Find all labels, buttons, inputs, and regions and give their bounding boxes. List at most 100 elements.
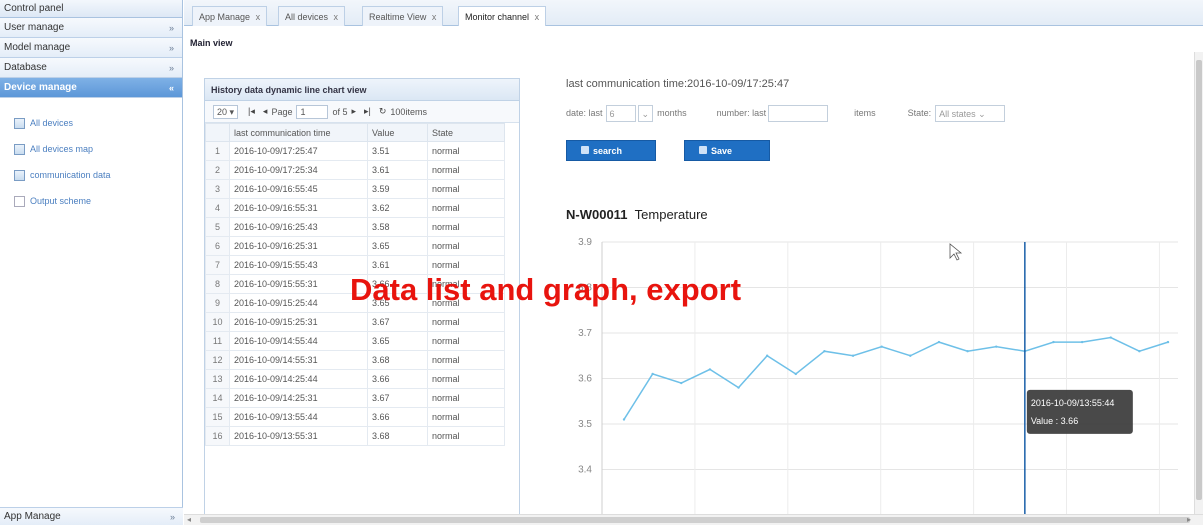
table-row[interactable]: 11 2016-10-09/14:55:44 3.65 normal [205,331,505,351]
first-page-icon[interactable]: |◂ [248,106,255,117]
table-row[interactable]: 5 2016-10-09/16:25:43 3.58 normal [205,217,505,237]
table-row[interactable]: 6 2016-10-09/16:25:31 3.65 normal [205,236,505,256]
overlay-caption: Data list and graph, export [350,272,742,307]
date-months-input[interactable]: 6 [605,104,636,122]
chevron-down-icon: » [168,23,174,33]
number-label: number: last [716,108,767,118]
table-row[interactable]: 2 2016-10-09/17:25:34 3.61 normal [205,160,505,180]
tab-all-devices[interactable]: All devices x [278,6,346,26]
y-tick-label: 3.4 [578,465,592,476]
sidebar-section-user-manage[interactable]: User manage » [0,18,182,38]
row-number: 13 [205,369,230,389]
state-cell: normal [427,426,505,446]
search-button[interactable]: search [566,140,656,161]
horizontal-scrollbar[interactable]: ◂ ▸ [184,514,1203,525]
table-row[interactable]: 1 2016-10-09/17:25:47 3.51 normal [205,141,505,161]
table-row[interactable]: 14 2016-10-09/14:25:31 3.67 normal [205,388,505,408]
sidebar-item-all-devices[interactable]: All devices [0,110,182,136]
number-input[interactable] [768,104,829,122]
data-point [966,350,969,353]
vertical-scrollbar[interactable] [1194,52,1203,514]
row-number: 15 [205,407,230,427]
tab-app-manage[interactable]: App Manage x [192,6,268,26]
column-header[interactable]: State [427,123,505,142]
table-row[interactable]: 3 2016-10-09/16:55:45 3.59 normal [205,179,505,199]
tab-realtime-view[interactable]: Realtime View x [362,6,444,26]
last-communication-time: last communication time:2016-10-09/17:25… [566,78,790,90]
value-cell: 3.68 [367,350,428,370]
time-cell: 2016-10-09/13:55:44 [229,407,368,427]
page-input[interactable]: 1 [296,104,329,119]
sidebar-item-communication-data[interactable]: communication data [0,162,182,188]
state-cell: normal [427,198,505,218]
close-icon[interactable]: x [535,12,540,22]
table-row[interactable]: 12 2016-10-09/14:55:31 3.68 normal [205,350,505,370]
time-cell: 2016-10-09/16:55:45 [229,179,368,199]
section-label: Device manage [4,82,77,93]
row-number: 11 [205,331,230,351]
y-tick-label: 3.6 [578,374,592,385]
section-label: User manage [4,22,65,33]
table-row[interactable]: 4 2016-10-09/16:55:31 3.62 normal [205,198,505,218]
page-size-select[interactable]: 20 ▾ [213,104,239,119]
row-number-header [205,123,230,142]
chevron-down-icon: » [168,43,174,53]
close-icon[interactable]: x [432,12,437,22]
row-number: 5 [205,217,230,237]
page-label: Page [271,106,293,117]
data-point [909,354,912,357]
row-number: 12 [205,350,230,370]
main-view-title: Main view [190,38,233,48]
chevron-down-icon[interactable]: ⌄ [637,104,654,122]
state-label: State: [907,108,932,118]
document-icon [14,195,25,207]
state-select-value: All states [939,108,976,119]
sidebar-section-model-manage[interactable]: Model manage » [0,38,182,58]
sidebar-section-database[interactable]: Database » [0,58,182,78]
pager: 20 ▾ |◂ ◂ Page 1 of 5 ▸ ▸| ↻ 100items [205,101,519,123]
scroll-right-icon[interactable]: ▸ [1187,515,1191,525]
state-cell: normal [427,141,505,161]
sidebar-section-app-manage[interactable]: App Manage » [0,507,183,525]
last-page-icon[interactable]: ▸| [364,106,371,117]
sidebar-item-output-scheme[interactable]: Output scheme [0,188,182,214]
table-row[interactable]: 13 2016-10-09/14:25:44 3.66 normal [205,369,505,389]
prev-page-icon[interactable]: ◂ [263,106,268,117]
state-select[interactable]: All states ⌄ [935,104,1006,122]
time-cell: 2016-10-09/16:25:31 [229,236,368,256]
scroll-left-icon[interactable]: ◂ [187,515,191,525]
close-icon[interactable]: x [334,12,339,22]
state-cell: normal [427,160,505,180]
sidebar-item-all-devices-map[interactable]: All devices map [0,136,182,162]
sidebar-section-device-manage[interactable]: Device manage « [0,78,182,98]
table-row[interactable]: 16 2016-10-09/13:55:31 3.68 normal [205,426,505,446]
row-number: 6 [205,236,230,256]
time-cell: 2016-10-09/13:55:31 [229,426,368,446]
tab-label: Realtime View [369,12,427,22]
tab-monitor-channel[interactable]: Monitor channel x [458,6,547,26]
close-icon[interactable]: x [256,12,261,22]
table-row[interactable]: 10 2016-10-09/15:25:31 3.67 normal [205,312,505,332]
row-number: 9 [205,293,230,313]
column-header[interactable]: Value [367,123,428,142]
refresh-icon[interactable]: ↻ [379,106,387,117]
data-point [1138,350,1141,353]
scroll-thumb[interactable] [1196,60,1202,500]
app-root: Control panel User manage » Model manage… [0,0,1203,525]
tab-label: All devices [285,12,329,22]
time-cell: 2016-10-09/16:55:31 [229,198,368,218]
sidebar-item-label: Output scheme [30,196,92,206]
row-number: 16 [205,426,230,446]
value-cell: 3.51 [367,141,428,161]
save-button[interactable]: Save [684,140,770,161]
table-row[interactable]: 15 2016-10-09/13:55:44 3.66 normal [205,407,505,427]
time-cell: 2016-10-09/16:25:43 [229,217,368,237]
scroll-thumb[interactable] [200,517,1190,523]
tooltip-value: Value : 3.66 [1031,416,1078,426]
save-button-label: Save [711,146,733,156]
time-cell: 2016-10-09/17:25:47 [229,141,368,161]
search-button-label: search [593,146,623,156]
next-page-icon[interactable]: ▸ [351,106,356,117]
column-header[interactable]: last communication time [229,123,368,142]
value-cell: 3.58 [367,217,428,237]
